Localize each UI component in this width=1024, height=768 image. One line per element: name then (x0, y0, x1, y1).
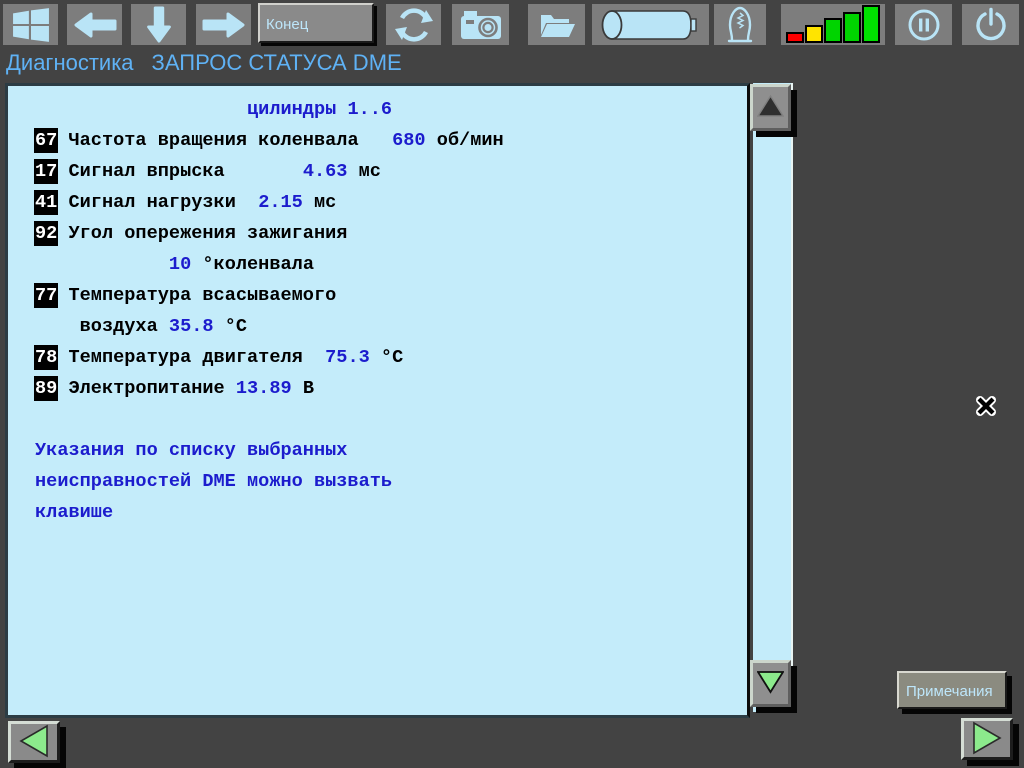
mouse-cursor-x (974, 394, 998, 423)
triangle-down-icon (756, 670, 785, 697)
report-area: цилиндры 1..6 67 Частота вращения коленва… (5, 83, 750, 718)
windows-menu-button[interactable] (3, 4, 58, 45)
value-text: 13.89 (235, 378, 292, 399)
label-text: Частота вращения коленвала (57, 130, 393, 151)
menu-label: Диагностика (6, 50, 134, 75)
report-line: клавише (35, 497, 747, 528)
value-text: 75.3 (325, 347, 370, 368)
param-number-badge: 92 (34, 221, 59, 246)
scrollbar-track[interactable] (753, 83, 793, 712)
cylinder-icon (599, 6, 703, 44)
diagnostic-app-window: Конец Диагностика ЗАПРОС СТАТУСА DME цил… (0, 0, 1024, 768)
value-text: неисправностей DME можно вызвать (35, 471, 393, 492)
windows-logo-icon (12, 7, 50, 43)
param-number-badge: 41 (34, 190, 59, 215)
open-file-button[interactable] (528, 4, 585, 45)
breadcrumb: Диагностика ЗАПРОС СТАТУСА DME (6, 50, 402, 76)
param-number-badge: 17 (34, 159, 59, 184)
triangle-up-icon (756, 94, 785, 121)
refresh-button[interactable] (386, 4, 441, 45)
green-triangle-left-icon (18, 724, 50, 761)
report-lines: цилиндры 1..6 67 Частота вращения коленва… (8, 86, 747, 528)
label-text: Электропитание (57, 378, 236, 399)
value-text: 680 (392, 130, 426, 151)
label-text: В (291, 378, 314, 399)
label-text (35, 254, 169, 275)
report-line: Указания по списку выбранных (35, 435, 747, 466)
page-back-button[interactable] (8, 721, 60, 763)
label-text: Угол опережения зажигания (57, 223, 348, 244)
pause-button[interactable] (895, 4, 952, 45)
value-text: 4.63 (302, 161, 348, 182)
cylinder-button[interactable] (592, 4, 709, 45)
end-button-label: Конец (266, 15, 309, 33)
value-text: цилиндры 1..6 (247, 99, 393, 120)
report-line: 67 Частота вращения коленвала 680 об/мин (34, 125, 747, 156)
camera-icon (460, 9, 502, 41)
value-text: клавише (35, 502, 114, 523)
report-line: 77 Температура всасываемого (34, 280, 747, 311)
signal-bars-icon (785, 5, 881, 43)
value-text: 10 (168, 254, 192, 275)
report-line: 92 Угол опережения зажигания (34, 218, 747, 249)
green-triangle-right-icon (971, 721, 1003, 758)
refresh-icon (393, 6, 435, 44)
label-text: °коленвала (191, 254, 314, 275)
report-line: воздуха 35.8 °C (35, 311, 747, 342)
report-line: цилиндры 1..6 (35, 94, 747, 125)
param-number-badge: 78 (34, 345, 59, 370)
power-button[interactable] (962, 4, 1019, 45)
end-button[interactable]: Конец (258, 3, 374, 43)
label-text (35, 99, 247, 120)
param-number-badge: 89 (34, 376, 59, 401)
label-text: Температура двигателя (57, 347, 326, 368)
page-forward-button[interactable] (961, 718, 1013, 760)
label-text: °C (369, 347, 404, 368)
report-line: 10 °коленвала (35, 249, 747, 280)
label-text: мс (302, 192, 337, 213)
arrow-down-icon (145, 5, 173, 44)
value-text: 35.8 (168, 316, 214, 337)
lamp-icon (726, 5, 754, 45)
back-button[interactable] (67, 4, 122, 45)
pause-icon (906, 7, 942, 43)
scroll-down-button[interactable] (750, 660, 791, 707)
report-line: неисправностей DME можно вызвать (35, 466, 747, 497)
label-text: воздуха (35, 316, 169, 337)
notes-button-label: Примечания (906, 683, 993, 700)
value-text: Указания по списку выбранных (35, 440, 348, 461)
arrow-right-icon (202, 11, 246, 39)
label-text: об/мин (425, 130, 504, 151)
lamp-button[interactable] (714, 4, 766, 45)
report-line (35, 404, 747, 435)
camera-button[interactable] (452, 4, 509, 45)
arrow-left-icon (73, 11, 117, 39)
signal-strength-button[interactable] (781, 4, 885, 45)
report-line: 78 Температура двигателя 75.3 °C (34, 342, 747, 373)
param-number-badge: 77 (34, 283, 59, 308)
folder-open-icon (538, 10, 576, 40)
label-text: °C (213, 316, 248, 337)
page-title: ЗАПРОС СТАТУСА DME (151, 50, 402, 75)
value-text: 2.15 (258, 192, 303, 213)
label-text: Сигнал впрыска (57, 161, 303, 182)
param-number-badge: 67 (34, 128, 59, 153)
report-line: 89 Электропитание 13.89 В (34, 373, 747, 404)
report-line: 41 Сигнал нагрузки 2.15 мс (34, 187, 747, 218)
label-text: мс (347, 161, 381, 182)
down-button[interactable] (131, 4, 186, 45)
label-text: Температура всасываемого (57, 285, 337, 306)
scroll-up-button[interactable] (750, 84, 791, 131)
report-line: 17 Сигнал впрыска 4.63 мс (34, 156, 747, 187)
power-icon (973, 7, 1009, 43)
forward-button[interactable] (196, 4, 251, 45)
label-text: Сигнал нагрузки (57, 192, 259, 213)
notes-button[interactable]: Примечания (897, 671, 1007, 709)
